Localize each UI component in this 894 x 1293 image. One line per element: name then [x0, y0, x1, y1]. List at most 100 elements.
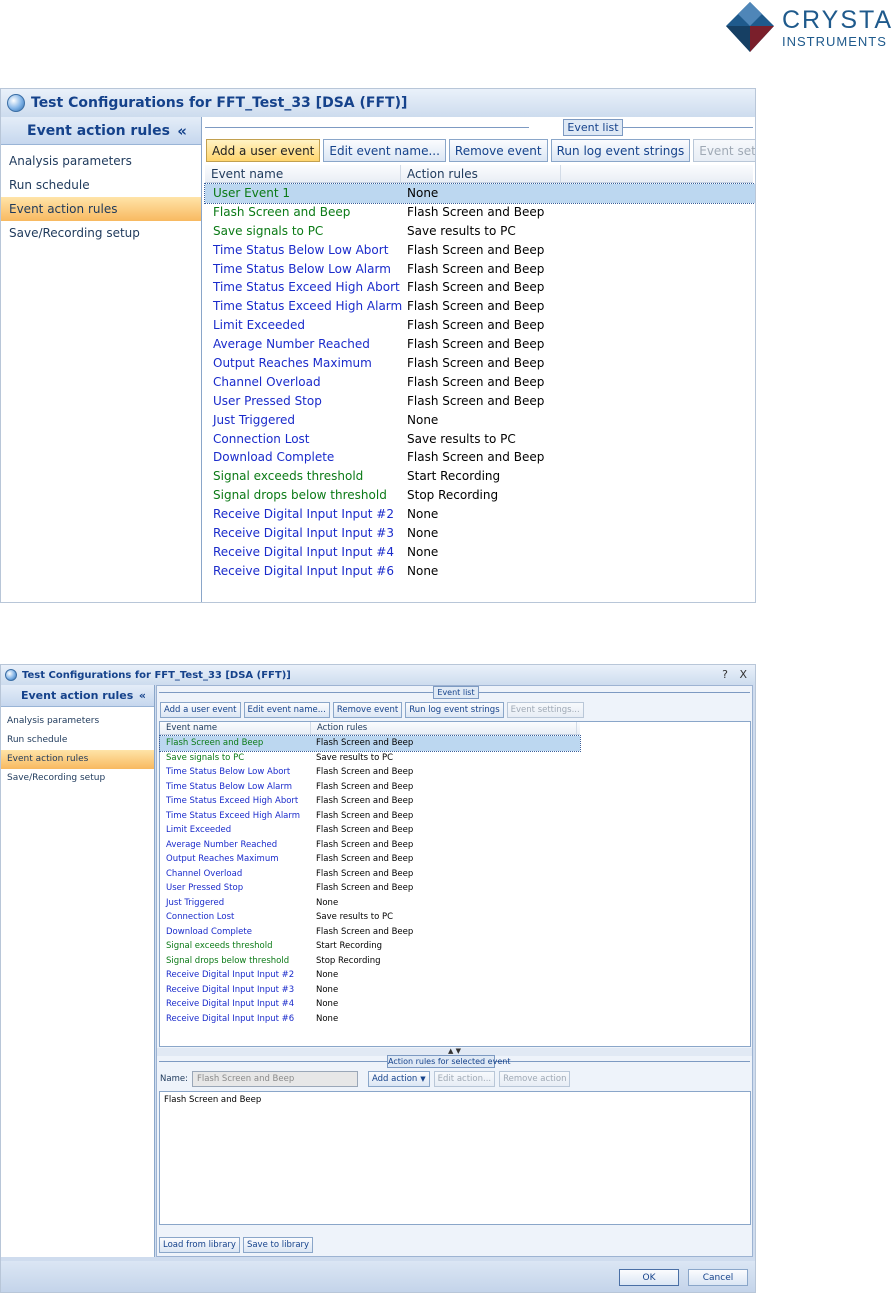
table-row[interactable]: Receive Digital Input Input #2 None — [205, 505, 755, 524]
table-row[interactable]: Just Triggered None — [205, 411, 755, 430]
table-row[interactable]: Time Status Exceed High Alarm Flash Scree… — [160, 809, 580, 824]
table-row[interactable]: Time Status Below Low Alarm Flash Screen … — [205, 260, 755, 279]
table-row[interactable]: Time Status Below Low Abort Flash Screen … — [160, 765, 580, 780]
action-rules-cell: Save results to PC — [316, 752, 394, 763]
table-row[interactable]: Limit Exceeded Flash Screen and Beep — [205, 316, 755, 335]
sidebar-item-run-schedule[interactable]: Run schedule — [1, 731, 154, 750]
action-rules-cell: Stop Recording — [316, 955, 381, 966]
table-row[interactable]: Time Status Exceed High Abort Flash Scree… — [160, 794, 580, 809]
sidebar-item-analysis-parameters[interactable]: Analysis parameters — [1, 149, 201, 173]
event-list-group-title: Event list — [563, 119, 623, 136]
table-row[interactable]: Receive Digital Input Input #2 None — [160, 968, 580, 983]
group-divider — [623, 127, 753, 128]
actions-list[interactable]: Flash Screen and Beep — [159, 1091, 751, 1225]
add-user-event-button[interactable]: Add a user event — [160, 702, 241, 718]
event-list-group-title: Event list — [433, 686, 479, 699]
table-row[interactable]: Output Reaches Maximum Flash Screen and B… — [205, 354, 755, 373]
event-name-cell: Output Reaches Maximum — [213, 356, 372, 371]
title-bar: Test Configurations for FFT_Test_33 [DSA… — [1, 665, 755, 685]
action-rules-cell: Flash Screen and Beep — [316, 738, 414, 748]
table-row[interactable]: Save signals to PC Save results to PC — [205, 222, 755, 241]
group-divider — [159, 1061, 387, 1062]
run-log-event-strings-button[interactable]: Run log event strings — [550, 139, 691, 162]
column-header-event-name[interactable]: Event name — [160, 722, 311, 734]
table-row[interactable]: Channel Overload Flash Screen and Beep — [205, 373, 755, 392]
table-row[interactable]: Signal drops below threshold Stop Recordi… — [205, 486, 755, 505]
list-item[interactable]: Flash Screen and Beep — [164, 1095, 746, 1105]
action-rules-cell: Flash Screen and Beep — [316, 781, 414, 792]
table-row[interactable]: Time Status Exceed High Alarm Flash Scree… — [205, 297, 755, 316]
add-action-button[interactable]: Add action ▼ — [367, 1071, 430, 1087]
close-icon[interactable]: X — [739, 668, 747, 681]
table-row[interactable]: User Event 1 None — [204, 183, 755, 204]
help-icon[interactable]: ? — [722, 668, 728, 681]
event-name-cell: Connection Lost — [213, 431, 310, 446]
sidebar-item-analysis-parameters[interactable]: Analysis parameters — [1, 712, 154, 731]
table-row[interactable]: Channel Overload Flash Screen and Beep — [160, 867, 580, 882]
event-name-cell: Time Status Exceed High Abort — [213, 280, 400, 295]
save-to-library-button[interactable]: Save to library — [242, 1237, 314, 1253]
sidebar-item-save-recording-setup[interactable]: Save/Recording setup — [1, 769, 154, 788]
table-row[interactable]: Receive Digital Input Input #3 None — [205, 524, 755, 543]
table-row[interactable]: Time Status Below Low Alarm Flash Screen … — [160, 780, 580, 795]
column-header-event-name[interactable]: Event name — [205, 165, 401, 182]
table-row[interactable]: Receive Digital Input Input #4 None — [205, 543, 755, 562]
column-header-action-rules[interactable]: Action rules — [311, 722, 577, 734]
table-row[interactable]: Average Number Reached Flash Screen and B… — [205, 335, 755, 354]
table-row[interactable]: Output Reaches Maximum Flash Screen and B… — [160, 852, 580, 867]
collapse-chevron-icon[interactable]: « — [177, 122, 187, 140]
table-row[interactable]: User Pressed Stop Flash Screen and Beep — [205, 392, 755, 411]
event-name-field[interactable]: Flash Screen and Beep — [191, 1071, 358, 1087]
sidebar-item-event-action-rules[interactable]: Event action rules — [1, 750, 154, 769]
table-row[interactable]: Average Number Reached Flash Screen and B… — [160, 838, 580, 853]
event-name-cell: Save signals to PC — [213, 223, 324, 238]
edit-event-name-button[interactable]: Edit event name... — [323, 139, 446, 162]
table-row[interactable]: Signal exceeds threshold Start Recording — [160, 939, 580, 954]
action-rules-cell: Flash Screen and Beep — [407, 356, 545, 371]
edit-event-name-button[interactable]: Edit event name... — [243, 702, 330, 718]
load-from-library-button[interactable]: Load from library — [159, 1237, 240, 1253]
collapse-chevron-icon[interactable]: « — [139, 689, 146, 702]
table-row[interactable]: Receive Digital Input Input #6 None — [160, 1012, 580, 1027]
remove-action-button[interactable]: Remove action — [499, 1071, 571, 1087]
table-row[interactable]: Receive Digital Input Input #6 None — [205, 562, 755, 581]
event-list-box: Event name Action rules Flash Screen and… — [159, 721, 751, 1047]
table-row[interactable]: Save signals to PC Save results to PC — [160, 751, 580, 766]
action-rules-cell: Flash Screen and Beep — [316, 868, 414, 879]
action-rules-cell: None — [316, 970, 339, 980]
ok-button[interactable]: OK — [619, 1269, 679, 1286]
sidebar-item-run-schedule[interactable]: Run schedule — [1, 173, 201, 197]
table-row[interactable]: Limit Exceeded Flash Screen and Beep — [160, 823, 580, 838]
remove-event-button[interactable]: Remove event — [332, 702, 403, 718]
sidebar-item-save-recording-setup[interactable]: Save/Recording setup — [1, 221, 201, 245]
remove-event-button[interactable]: Remove event — [448, 139, 548, 162]
table-row[interactable]: Connection Lost Save results to PC — [205, 430, 755, 449]
table-row[interactable]: Download Complete Flash Screen and Beep — [205, 448, 755, 467]
table-row[interactable]: Flash Screen and Beep Flash Screen and Be… — [159, 735, 581, 752]
action-rules-cell: Start Recording — [407, 469, 501, 484]
table-row[interactable]: Receive Digital Input Input #4 None — [160, 997, 580, 1012]
event-name-cell: Time Status Below Low Alarm — [166, 781, 293, 792]
cancel-button[interactable]: Cancel — [688, 1269, 748, 1286]
sidebar-item-event-action-rules[interactable]: Event action rules — [1, 197, 201, 221]
event-name-cell: Receive Digital Input Input #2 — [213, 507, 394, 522]
table-row[interactable]: User Pressed Stop Flash Screen and Beep — [160, 881, 580, 896]
table-row[interactable]: Time Status Exceed High Abort Flash Scree… — [205, 278, 755, 297]
dropdown-arrow-icon: ▼ — [420, 1075, 426, 1083]
table-row[interactable]: Receive Digital Input Input #3 None — [160, 983, 580, 998]
event-settings-button[interactable]: Event settings... — [693, 139, 755, 162]
table-row[interactable]: Flash Screen and Beep Flash Screen and Be… — [205, 203, 755, 222]
table-row[interactable]: Connection Lost Save results to PC — [160, 910, 580, 925]
run-log-event-strings-button[interactable]: Run log event strings — [405, 702, 504, 718]
table-row[interactable]: Signal drops below threshold Stop Recordi… — [160, 954, 580, 969]
edit-action-button[interactable]: Edit action... — [433, 1071, 496, 1087]
table-row[interactable]: Signal exceeds threshold Start Recording — [205, 467, 755, 486]
column-header-action-rules[interactable]: Action rules — [401, 165, 561, 182]
add-user-event-button[interactable]: Add a user event — [206, 139, 321, 162]
action-rules-cell: None — [316, 1013, 339, 1024]
table-row[interactable]: Time Status Below Low Abort Flash Screen … — [205, 241, 755, 260]
table-row[interactable]: Download Complete Flash Screen and Beep — [160, 925, 580, 940]
event-settings-button[interactable]: Event settings... — [506, 702, 584, 718]
table-row[interactable]: Just Triggered None — [160, 896, 580, 911]
sidebar-header-title: Event action rules — [21, 689, 134, 702]
